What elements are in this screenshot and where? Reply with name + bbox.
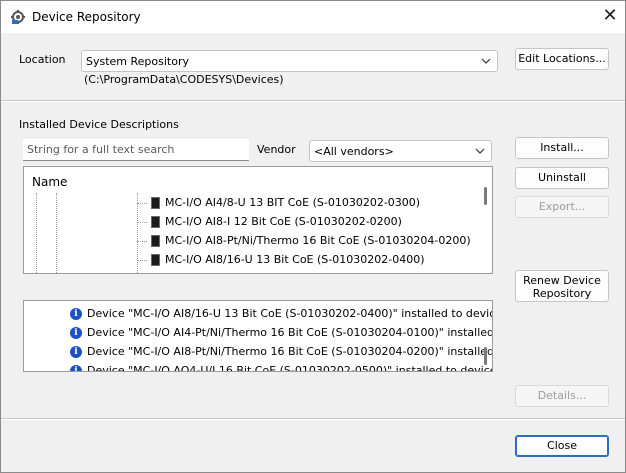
separator-top: [1, 100, 625, 102]
separator-bottom: [1, 418, 625, 420]
close-button[interactable]: Close: [515, 435, 609, 457]
chevron-down-icon: [475, 148, 485, 154]
tree-branch-line: [137, 203, 147, 204]
device-icon: [151, 216, 160, 228]
log-item-text: Device "MC-I/O AI4-Pt/Ni/Thermo 16 Bit C…: [87, 326, 493, 339]
tree-branch-line: [137, 260, 147, 261]
install-log-panel[interactable]: i Device "MC-I/O AI8/16-U 13 Bit CoE (S-0…: [23, 300, 493, 372]
vendor-label: Vendor: [257, 143, 296, 156]
device-tree-panel[interactable]: Name MC-I/O AI4/8-U 13 BIT CoE (S-010302…: [23, 166, 493, 274]
device-repository-dialog: Device Repository ✕ Location System Repo…: [0, 0, 626, 473]
chevron-down-icon: [481, 58, 491, 64]
tree-item-label: MC-I/O AI4/8-U 13 BIT CoE (S-01030202-03…: [165, 196, 421, 209]
details-button[interactable]: Details...: [515, 385, 609, 407]
log-item[interactable]: i Device "MC-I/O AO4-U/I 16 Bit CoE (S-01…: [70, 361, 493, 372]
device-icon: [151, 197, 160, 209]
tree-item[interactable]: MC-I/O AI8-I 12 Bit CoE (S-01030202-0200…: [151, 212, 402, 231]
log-item[interactable]: i Device "MC-I/O AI8/16-U 13 Bit CoE (S-0…: [70, 304, 493, 323]
close-window-icon[interactable]: ✕: [599, 7, 621, 27]
device-icon: [151, 235, 160, 247]
renew-device-repository-button[interactable]: Renew Device Repository: [515, 270, 609, 302]
tree-item[interactable]: MC-I/O AI8/16-U 13 Bit CoE (S-01030202-0…: [151, 250, 424, 269]
vendor-selected-value: <All vendors>: [314, 145, 394, 158]
export-button[interactable]: Export...: [515, 196, 609, 218]
location-combo[interactable]: System Repository: [81, 50, 498, 72]
tree-header-name: Name: [32, 175, 68, 189]
title-bar: Device Repository ✕: [1, 1, 625, 33]
log-vertical-scrollbar[interactable]: [484, 347, 487, 365]
info-icon: i: [70, 346, 82, 358]
device-icon: [151, 254, 160, 266]
tree-item-label: MC-I/O AI8-Pt/Ni/Thermo 16 Bit CoE (S-01…: [165, 234, 471, 247]
full-text-search-input[interactable]: [23, 139, 249, 161]
info-icon: i: [70, 365, 82, 371]
log-item-text: Device "MC-I/O AI8-Pt/Ni/Thermo 16 Bit C…: [87, 345, 493, 358]
info-icon: i: [70, 308, 82, 320]
tree-vertical-scrollbar[interactable]: [484, 187, 487, 205]
installed-section-label: Installed Device Descriptions: [19, 118, 179, 131]
location-path: (C:\ProgramData\CODESYS\Devices): [84, 73, 284, 86]
log-item-text: Device "MC-I/O AO4-U/I 16 Bit CoE (S-010…: [87, 364, 493, 372]
info-icon: i: [70, 327, 82, 339]
tree-item-label: MC-I/O AI8-I 12 Bit CoE (S-01030202-0200…: [165, 215, 402, 228]
tree-guide-line: [137, 193, 138, 273]
log-item[interactable]: i Device "MC-I/O AI4-Pt/Ni/Thermo 16 Bit …: [70, 323, 493, 342]
tree-item[interactable]: MC-I/O AI4/8-U 13 BIT CoE (S-01030202-03…: [151, 193, 420, 212]
uninstall-button[interactable]: Uninstall: [515, 167, 609, 189]
tree-item[interactable]: MC-I/O AI8-Pt/Ni/Thermo 16 Bit CoE (S-01…: [151, 231, 471, 250]
device-repository-app-icon: [11, 10, 25, 24]
edit-locations-button[interactable]: Edit Locations...: [515, 48, 609, 70]
window-title: Device Repository: [32, 10, 141, 24]
location-selected-value: System Repository: [86, 55, 190, 68]
log-item[interactable]: i Device "MC-I/O AI8-Pt/Ni/Thermo 16 Bit …: [70, 342, 493, 361]
tree-guide-line: [36, 193, 37, 273]
install-button[interactable]: Install...: [515, 137, 609, 159]
log-item-text: Device "MC-I/O AI8/16-U 13 Bit CoE (S-01…: [87, 307, 493, 320]
tree-branch-line: [137, 241, 147, 242]
tree-item-label: MC-I/O AI8/16-U 13 Bit CoE (S-01030202-0…: [165, 253, 425, 266]
vendor-combo[interactable]: <All vendors>: [309, 140, 492, 162]
tree-branch-line: [137, 222, 147, 223]
tree-guide-line: [56, 193, 57, 273]
location-label: Location: [19, 53, 66, 66]
